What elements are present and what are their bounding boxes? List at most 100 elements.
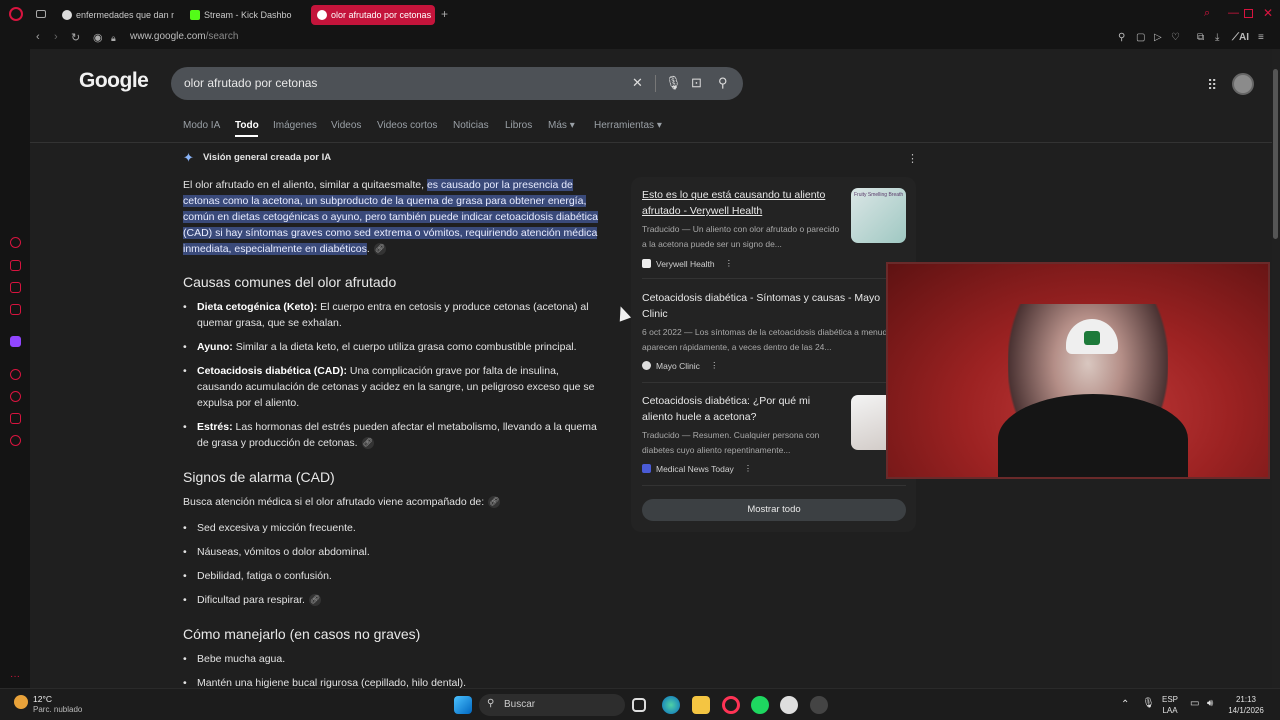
file-explorer-icon[interactable]: [692, 696, 710, 714]
ai-button[interactable]: ⟋AI: [1232, 32, 1249, 43]
tab-mas[interactable]: Más ▾: [548, 120, 575, 131]
maximize-icon[interactable]: [1244, 9, 1253, 18]
language-indicator[interactable]: ESP LAA: [1162, 694, 1178, 716]
app-icon[interactable]: [810, 696, 828, 714]
source-snippet: Traducido — Resumen. Cualquier persona c…: [642, 430, 820, 455]
tab-noticias[interactable]: Noticias: [453, 120, 489, 131]
search-box[interactable]: olor afrutado por cetonas ✕ 🎙︎ ⊡ ⚲: [171, 67, 743, 100]
new-tab-plus-icon[interactable]: +: [441, 7, 448, 21]
source-title-link[interactable]: Cetoacidosis diabética - Síntomas y caus…: [642, 290, 902, 322]
search-query[interactable]: olor afrutado por cetonas: [184, 76, 317, 90]
source-title-link[interactable]: Esto es lo que está causando tu aliento …: [642, 187, 842, 219]
heart-icon[interactable]: ♡: [1171, 32, 1180, 43]
tab-kick-dashboard[interactable]: Stream - Kick Dashbo: [184, 5, 302, 25]
sidebar-twitch-icon[interactable]: [10, 336, 21, 347]
link-icon[interactable]: 🔗︎: [308, 594, 321, 607]
weather-condition[interactable]: Parc. nublado: [33, 705, 82, 714]
clock[interactable]: 21:13 14/1/2026: [1226, 694, 1266, 716]
tray-chevron-icon[interactable]: ⌃: [1121, 699, 1129, 710]
more-options-icon[interactable]: ⋮: [744, 463, 753, 474]
bookmark-icon[interactable]: ⚲: [1118, 32, 1125, 43]
close-window-icon[interactable]: ✕: [1263, 6, 1273, 20]
sidebar-aria-icon[interactable]: [10, 237, 21, 248]
mic-icon[interactable]: 🎙︎: [665, 75, 682, 91]
link-icon[interactable]: 🔗︎: [373, 243, 386, 256]
volume-icon[interactable]: 🔊︎: [1207, 698, 1213, 709]
obs-icon[interactable]: [780, 696, 798, 714]
edge-icon[interactable]: [662, 696, 680, 714]
tab-libros[interactable]: Libros: [505, 120, 532, 131]
sidebar-more-icon[interactable]: ···: [10, 671, 20, 682]
forward-icon[interactable]: ›: [54, 31, 58, 43]
link-icon[interactable]: 🔗︎: [361, 437, 374, 450]
tab-videos-cortos[interactable]: Videos cortos: [377, 120, 437, 131]
url-host: www.google.com: [130, 31, 206, 42]
back-icon[interactable]: ‹: [36, 31, 40, 43]
sidebar-history-icon[interactable]: [10, 391, 21, 402]
more-options-icon[interactable]: ⋮: [907, 152, 918, 165]
cause-text: Las hormonas del estrés pueden afectar e…: [197, 421, 597, 449]
weather-temp[interactable]: 12°C: [33, 694, 52, 704]
sidebar-messenger-icon[interactable]: [10, 282, 21, 293]
tab-videos[interactable]: Videos: [331, 120, 361, 131]
lock-icon: 🔒︎: [111, 33, 116, 43]
spotify-icon[interactable]: [751, 696, 769, 714]
search-icon[interactable]: ⚲: [718, 75, 728, 91]
verywell-favicon-icon: [642, 259, 651, 268]
url-field[interactable]: www.google.com/search: [130, 31, 238, 42]
link-icon[interactable]: 🔗︎: [488, 496, 501, 509]
tab-todo[interactable]: Todo: [235, 120, 259, 131]
tab-enfermedades[interactable]: enfermedades que dan ma: [56, 5, 174, 25]
bullet-dot: •: [183, 594, 187, 606]
opera-logo-icon[interactable]: [9, 7, 23, 21]
download-icon[interactable]: ⤓: [1215, 32, 1219, 43]
extensions-icon[interactable]: ⧉: [1197, 32, 1204, 43]
tab-mas-label: Más: [548, 120, 567, 131]
network-icon[interactable]: ▭: [1190, 698, 1199, 709]
taskbar-search[interactable]: ⚲ Buscar: [479, 694, 625, 716]
sidebar-settings-icon[interactable]: [10, 435, 21, 446]
opera-gx-icon[interactable]: [722, 696, 740, 714]
bullet-dot: •: [183, 653, 187, 665]
apps-grid-icon[interactable]: ⠿: [1207, 77, 1217, 94]
sidebar-pinboard-icon[interactable]: [10, 413, 21, 424]
section-alarm-intro: Busca atención médica si el olor afrutad…: [183, 494, 608, 510]
scrollbar-thumb[interactable]: [1273, 69, 1278, 239]
source-thumbnail[interactable]: Fruity Smelling Breath: [851, 188, 906, 243]
source-name[interactable]: Mayo Clinic ⋮: [642, 360, 718, 371]
minimize-icon[interactable]: —: [1228, 7, 1239, 19]
player-icon[interactable]: ▷: [1154, 32, 1162, 43]
tab-olor-afrutado[interactable]: olor afrutado por cetonas: [311, 5, 435, 25]
task-view-icon[interactable]: [632, 698, 646, 712]
menu-icon[interactable]: ≡: [1258, 32, 1264, 43]
reload-icon[interactable]: ↻: [71, 31, 80, 44]
source-title-link[interactable]: Cetoacidosis diabética: ¿Por qué mi alie…: [642, 393, 842, 425]
chevron-down-icon: ▾: [569, 120, 575, 131]
start-windows-icon[interactable]: [454, 696, 472, 714]
vpn-icon[interactable]: ◉: [93, 31, 103, 44]
lens-icon[interactable]: ⊡: [691, 75, 702, 91]
source-name[interactable]: Medical News Today ⋮: [642, 463, 752, 474]
clear-icon[interactable]: ✕: [632, 75, 643, 91]
avatar[interactable]: [1232, 73, 1254, 95]
tab-herramientas[interactable]: Herramientas ▾: [594, 120, 662, 131]
show-all-button[interactable]: Mostrar todo: [642, 499, 906, 521]
search-tabs-icon[interactable]: ⌕: [1204, 7, 1210, 20]
more-options-icon[interactable]: ⋮: [710, 360, 719, 371]
more-options-icon[interactable]: ⋮: [725, 258, 734, 269]
clock-time: 21:13: [1235, 695, 1257, 704]
page-scrollbar[interactable]: [1272, 49, 1280, 688]
tab-modo-ia[interactable]: Modo IA: [183, 120, 220, 131]
google-logo[interactable]: Google: [79, 69, 149, 93]
mic-tray-icon[interactable]: 🎙︎: [1142, 698, 1155, 709]
source-snippet: 6 oct 2022 — Los síntomas de la cetoacid…: [642, 327, 892, 352]
sidebar-chat-icon[interactable]: [10, 260, 21, 271]
tab-imagenes[interactable]: Imágenes: [273, 120, 317, 131]
ai-overview-header: Visión general creada por IA: [203, 152, 332, 163]
sidebar-player-icon[interactable]: [10, 369, 21, 380]
snapshot-icon[interactable]: ▢: [1136, 32, 1145, 43]
source-name[interactable]: Verywell Health ⋮: [642, 258, 733, 269]
workspaces-icon[interactable]: [36, 10, 46, 18]
sidebar-instagram-icon[interactable]: [10, 304, 21, 315]
weather-icon[interactable]: [14, 695, 28, 709]
